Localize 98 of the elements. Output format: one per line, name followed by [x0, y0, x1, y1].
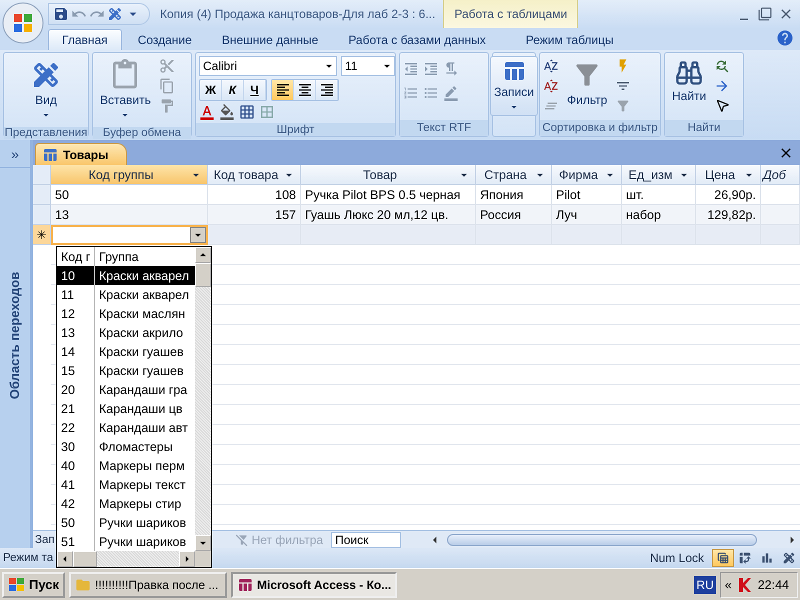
language-indicator[interactable]: RU — [694, 576, 716, 594]
column-header[interactable]: Код группы — [51, 165, 208, 185]
taskbar-button[interactable]: !!!!!!!!!!Правка после ... — [69, 572, 227, 598]
window-title: Копия (4) Продажа канцтоваров-Для лаб 2-3 : 6... — [160, 7, 436, 21]
sort-ascending-icon[interactable] — [543, 58, 559, 74]
horizontal-scrollbar[interactable] — [57, 551, 211, 567]
pivot-table-icon — [738, 551, 752, 565]
document-tab[interactable]: Товары — [35, 143, 128, 165]
design-icon — [782, 551, 796, 565]
new-row-marker: ✳ — [33, 225, 51, 245]
replace-icon[interactable] — [714, 58, 730, 74]
combo-field[interactable] — [51, 225, 208, 245]
context-tab-label: Работа с таблицами — [443, 0, 578, 28]
ribbon-tab[interactable]: Главная — [48, 29, 122, 50]
funnel-crossed-icon — [234, 532, 249, 546]
list-item[interactable]: 10 Краски акварел — [57, 266, 195, 285]
view-switch-button[interactable] — [712, 549, 734, 567]
group-label: Шрифт — [196, 123, 395, 136]
table-cell: 129,82р. — [696, 205, 761, 225]
start-button[interactable]: Пуск — [2, 572, 65, 598]
table-cell — [696, 225, 761, 245]
clock: 22:44 — [758, 578, 789, 592]
records-button[interactable]: Записи — [490, 56, 538, 116]
table-cell: Луч — [552, 205, 622, 225]
table-cell: Гуашь Люкс 20 мл,12 цв. — [301, 205, 476, 225]
office-button[interactable] — [2, 2, 44, 44]
help-icon[interactable] — [776, 28, 794, 46]
group-label: Найти — [665, 120, 743, 136]
group-label: Представления — [4, 127, 88, 139]
table-cell — [552, 225, 622, 245]
ribbon-tab[interactable]: Режим таблицы — [512, 29, 628, 50]
folder-icon — [75, 576, 91, 592]
windows-flag-icon — [8, 576, 26, 592]
table-cell — [761, 185, 800, 205]
expand-button[interactable]: » — [0, 140, 30, 168]
table-cell — [761, 225, 800, 245]
ribbon-tab[interactable]: Работа с базами данных — [334, 29, 500, 50]
database-app-icon — [237, 576, 253, 592]
table-icon — [502, 59, 526, 83]
table-cell: 108 — [208, 185, 301, 205]
column-header[interactable]: Код товара — [208, 165, 301, 185]
table-cell: 157 — [208, 205, 301, 225]
table-cell: 26,90р. — [696, 185, 761, 205]
table-cell: Ручка Pilot BPS 0.5 черная — [301, 185, 476, 205]
table-cell: Pilot — [552, 185, 622, 205]
table-cell — [761, 205, 800, 225]
column-header[interactable]: Товар — [301, 165, 476, 185]
sort-descending-icon[interactable] — [543, 78, 559, 94]
table-cell: 50 — [51, 185, 208, 205]
chart-icon — [760, 551, 774, 565]
table-cell: 13 — [51, 205, 208, 225]
font-style-button[interactable]: Ж — [200, 80, 222, 100]
taskbar-button[interactable]: Microsoft Access - Ко... — [231, 572, 398, 598]
column-header[interactable]: Фирма — [552, 165, 622, 185]
column-header[interactable]: Доб — [761, 165, 800, 185]
find-button[interactable]: Найти — [668, 56, 710, 106]
table-cell: Япония — [476, 185, 552, 205]
datasheet-icon — [716, 551, 730, 565]
scroll-thumb[interactable] — [447, 534, 758, 546]
binoculars-icon — [675, 59, 704, 87]
grid-icon[interactable] — [239, 104, 255, 120]
ribbon-tab[interactable]: Создание — [124, 29, 206, 50]
align-left-icon[interactable] — [272, 80, 294, 100]
font-color-icon[interactable] — [199, 104, 215, 120]
navigation-pane-title: Область переходов — [8, 272, 22, 400]
view-button[interactable]: Вид — [26, 56, 66, 124]
table-cell: набор — [622, 205, 696, 225]
table-cell: шт. — [622, 185, 696, 205]
dropdown-list[interactable] — [56, 246, 212, 568]
status-text: Режим та — [2, 552, 54, 564]
group-label: Буфер обмена — [93, 127, 191, 139]
search-field[interactable]: Поиск — [331, 532, 402, 548]
ribbon-tab[interactable]: Внешние данные — [208, 29, 332, 50]
record-label: Зап — [34, 534, 55, 546]
font-name-field[interactable]: Calibri — [199, 56, 337, 76]
fill-bucket-icon[interactable] — [219, 104, 235, 120]
font-style-button[interactable]: Ч — [244, 80, 266, 100]
ruler-pencil-icon[interactable] — [107, 6, 123, 22]
restore-icon[interactable] — [758, 6, 772, 22]
toggle-filter-icon[interactable] — [615, 98, 632, 114]
font-style-button[interactable]: К — [222, 80, 244, 100]
paste-button[interactable]: Вставить — [96, 56, 155, 124]
save-icon[interactable] — [53, 6, 69, 22]
list-column-header: Группа — [98, 248, 140, 266]
shield-k-icon[interactable] — [738, 576, 752, 592]
pointer-icon[interactable] — [714, 98, 730, 113]
group-label: Текст RTF — [400, 120, 488, 136]
column-header[interactable]: Страна — [476, 165, 552, 185]
vertical-scrollbar[interactable] — [195, 247, 211, 551]
table-icon — [42, 146, 58, 162]
table-cell: Россия — [476, 205, 552, 225]
tray-expand-button[interactable]: « — [724, 578, 732, 592]
font-size-field[interactable]: 11 — [341, 56, 395, 76]
num-lock-indicator: Num Lock — [648, 551, 705, 565]
column-header[interactable]: Цена — [696, 165, 761, 185]
column-header[interactable]: Ед_изм — [622, 165, 696, 185]
filter-button[interactable]: Фильтр — [563, 56, 612, 110]
group-label: Сортировка и фильтр — [540, 120, 660, 136]
